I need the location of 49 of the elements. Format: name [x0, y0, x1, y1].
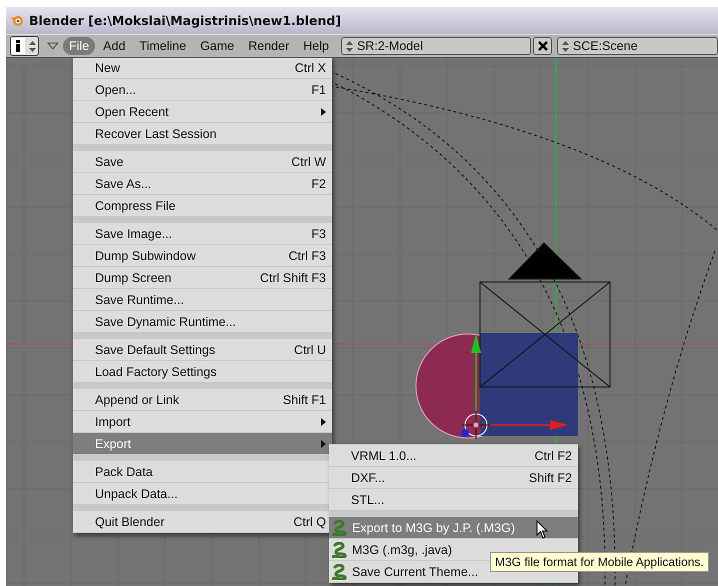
snake-icon [332, 542, 348, 558]
snake-icon [332, 520, 348, 536]
close-icon [538, 41, 548, 51]
menu-title[interactable]: Timeline [133, 37, 192, 55]
menu-item[interactable]: Append or Link Shift F1 [73, 389, 332, 410]
mouse-cursor-icon [536, 520, 548, 539]
menu-title[interactable]: Add [97, 37, 132, 55]
menu-item[interactable]: Export [73, 433, 332, 454]
menu-item[interactable]: VRML 1.0... Ctrl F2 [329, 445, 578, 466]
menu-item[interactable]: Save Ctrl W [73, 151, 332, 172]
menu-item[interactable]: Open... F1 [73, 79, 332, 100]
window-title: Blender [e:\Mokslai\Magistrinis\new1.blend] [29, 13, 342, 28]
menu-item[interactable]: Compress File [73, 195, 332, 216]
menu-item[interactable]: New Ctrl X [73, 58, 332, 78]
menu-item[interactable]: Save As... F2 [73, 173, 332, 194]
menu-item[interactable]: Load Factory Settings [73, 361, 332, 382]
app-logo-icon [10, 14, 24, 26]
menu-item[interactable]: Open Recent [73, 101, 332, 122]
close-button[interactable] [533, 37, 552, 55]
menu-item[interactable]: Pack Data [73, 461, 332, 482]
up-down-icon [562, 40, 569, 52]
screen-field[interactable]: SR:2-Model [340, 37, 532, 55]
menu-item[interactable]: Save Dynamic Runtime... [73, 311, 332, 332]
menu-item[interactable]: Quit Blender Ctrl Q [73, 511, 332, 532]
menu-title[interactable]: Render [242, 37, 296, 55]
menu-item[interactable]: STL... [329, 489, 578, 510]
menu-item[interactable]: Import [73, 411, 332, 432]
info-icon [11, 38, 25, 54]
menu-item[interactable]: Dump Subwindow Ctrl F3 [73, 245, 332, 266]
info-button[interactable] [10, 36, 40, 56]
snake-icon [332, 564, 348, 580]
menu-item[interactable]: Export to M3G by J.P. (.M3G) [329, 517, 578, 538]
collapse-triangle-icon[interactable] [47, 42, 60, 50]
menu-item[interactable]: Save Default Settings Ctrl U [73, 339, 332, 360]
up-down-icon [29, 40, 36, 52]
menu-item[interactable]: Save Runtime... [73, 289, 332, 310]
menu-item[interactable]: Recover Last Session [73, 123, 332, 144]
scene-field[interactable]: SCE:Scene [556, 37, 718, 55]
menu-item[interactable]: Dump Screen Ctrl Shift F3 [73, 267, 332, 288]
menu-title[interactable]: Help [297, 37, 335, 55]
3d-cursor-icon [462, 410, 490, 440]
tooltip: M3G file format for Mobile Applications. [490, 552, 709, 572]
z-axis-handle [461, 429, 469, 437]
menu-item[interactable]: Save Image... F3 [73, 223, 332, 244]
up-down-icon [346, 40, 353, 52]
menu-title[interactable]: File [63, 37, 96, 55]
menu-item[interactable]: Unpack Data... [73, 483, 332, 504]
menu-item[interactable]: DXF... Shift F2 [329, 467, 578, 488]
menu-title[interactable]: Game [194, 37, 240, 55]
